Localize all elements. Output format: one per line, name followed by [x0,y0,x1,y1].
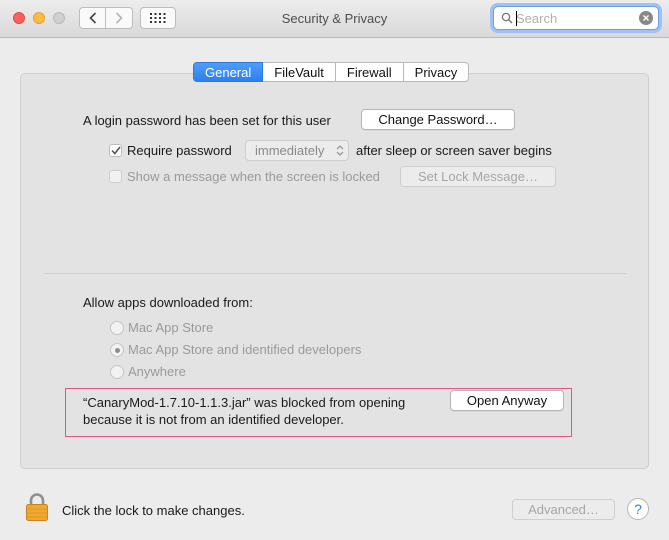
updown-arrows-icon [336,145,344,156]
require-password-suffix: after sleep or screen saver begins [356,143,552,158]
window-toolbar: Security & Privacy [0,0,669,38]
lock-button[interactable] [25,492,49,525]
login-password-text: A login password has been set for this u… [83,113,331,128]
require-password-label: Require password [127,143,232,158]
tab-privacy[interactable]: Privacy [403,62,470,82]
advanced-button[interactable]: Advanced… [512,499,615,520]
set-lock-message-button[interactable]: Set Lock Message… [400,166,556,187]
close-icon [643,15,649,21]
help-icon: ? [634,501,642,517]
clear-search-button[interactable] [639,11,653,25]
require-password-checkbox[interactable] [109,144,122,157]
blocked-message-line1: “CanaryMod-1.7.10-1.1.3.jar” was blocked… [83,395,406,410]
require-password-delay-select[interactable]: immediately [245,140,349,161]
radio-selected-dot [114,347,120,353]
search-icon [501,12,513,24]
require-password-delay-value: immediately [255,143,325,158]
tab-filevault[interactable]: FileVault [263,62,336,82]
change-password-button[interactable]: Change Password… [361,109,515,130]
search-input[interactable] [516,9,634,27]
lock-instructions: Click the lock to make changes. [62,503,245,518]
radio-anywhere[interactable] [110,365,124,379]
checkmark-icon [110,146,121,155]
radio-label-identified-developers: Mac App Store and identified developers [128,342,362,357]
section-divider [44,273,626,274]
radio-label-anywhere: Anywhere [128,364,186,379]
text-caret [516,11,517,26]
radio-mac-app-store[interactable] [110,321,124,335]
search-field[interactable] [493,6,659,30]
allow-apps-heading: Allow apps downloaded from: [83,295,253,310]
radio-identified-developers[interactable] [110,343,124,357]
radio-label-mac-app-store: Mac App Store [128,320,214,335]
open-anyway-button[interactable]: Open Anyway [450,390,564,411]
tab-firewall[interactable]: Firewall [335,62,404,82]
help-button[interactable]: ? [627,498,649,520]
tab-general[interactable]: General [193,62,264,82]
blocked-message-line2: because it is not from an identified dev… [83,412,344,427]
show-message-checkbox[interactable] [109,170,122,183]
tab-bar: General FileVault Firewall Privacy [193,62,470,82]
show-message-label: Show a message when the screen is locked [127,169,380,184]
lock-icon [26,493,48,521]
